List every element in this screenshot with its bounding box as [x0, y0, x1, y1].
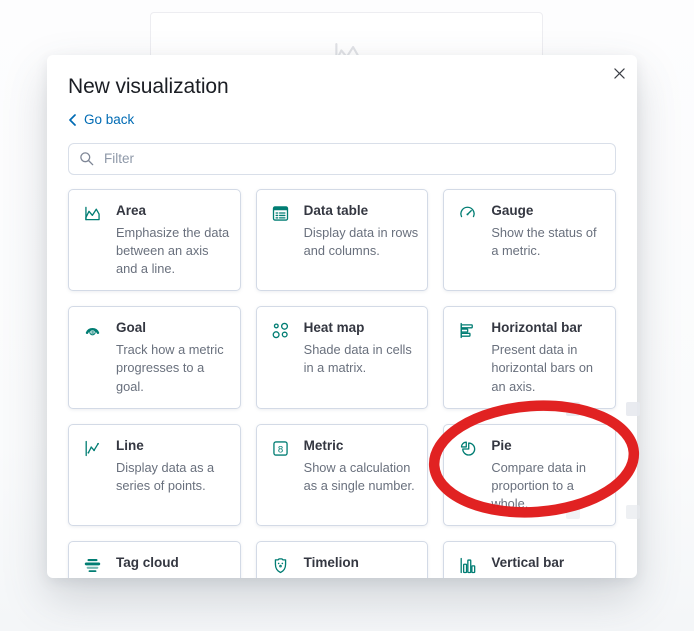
line-icon [82, 438, 103, 459]
filter-search-box [68, 142, 616, 175]
vis-type-title: Data table [303, 202, 369, 218]
vis-type-description: Display word frequency with font size. [116, 576, 232, 578]
vertical-bar-icon [457, 555, 478, 576]
vis-type-title: Heat map [303, 320, 365, 336]
annotation-handle [626, 505, 640, 519]
vis-type-title: Area [116, 202, 147, 218]
vis-type-description: Display data in rows and columns. [303, 224, 419, 258]
gauge-icon [457, 203, 478, 224]
vis-type-description: Present data in vertical bars on an axis… [491, 576, 607, 578]
vis-card-line[interactable]: Line Display data as a series of points. [68, 423, 241, 527]
annotation-handle [626, 402, 640, 416]
vis-card-heat-map[interactable]: Heat map Shade data in cells in a matrix… [255, 306, 429, 409]
vis-card-data-table[interactable]: Data table Display data in rows and colu… [255, 188, 429, 292]
close-icon [613, 67, 625, 79]
vis-type-title: Metric [303, 437, 344, 453]
vis-type-title: Goal [116, 320, 147, 336]
svg-text:8: 8 [277, 444, 282, 455]
vis-card-area[interactable]: Area Emphasize the data between an axis … [68, 188, 241, 292]
vis-type-title: Pie [491, 437, 512, 453]
heat-map-icon [270, 320, 291, 341]
modal-title: New visualization [68, 75, 229, 98]
vis-type-title: Line [116, 437, 144, 453]
vis-type-title: Tag cloud [116, 555, 179, 571]
area-icon [82, 203, 103, 224]
go-back-label: Go back [84, 112, 135, 127]
new-visualization-modal: New visualization Go back Area Emphasize… [47, 55, 637, 578]
svg-text:8: 8 [91, 330, 94, 336]
vis-type-description: Emphasize the data between an axis and a… [116, 224, 230, 276]
vis-type-description: Track how a metric progresses to a goal. [116, 342, 224, 394]
go-back-link[interactable]: Go back [68, 112, 134, 127]
pie-icon [457, 438, 478, 459]
vis-type-description: Display data as a series of points. [116, 459, 215, 493]
vis-card-gauge[interactable]: Gauge Show the status of a metric. [443, 188, 616, 292]
vis-card-horizontal-bar[interactable]: Horizontal bar Present data in horizonta… [443, 306, 616, 409]
search-icon [80, 152, 94, 166]
vis-type-title: Vertical bar [491, 555, 565, 571]
close-button[interactable] [609, 63, 629, 83]
vis-type-description: Show time series data on a graph. [304, 576, 420, 578]
vis-card-metric[interactable]: 8 Metric Show a calculation as a single … [255, 423, 429, 527]
horizontal-bar-icon [457, 320, 478, 341]
filter-input[interactable] [102, 150, 605, 167]
vis-type-description: Show a calculation as a single number. [303, 459, 415, 493]
vis-type-title: Horizontal bar [491, 320, 583, 336]
vis-type-description: Compare data in proportion to a whole. [491, 459, 586, 512]
goal-icon: 8 [82, 320, 103, 341]
chevron-left-icon [69, 113, 76, 126]
vis-type-description: Show the status of a metric. [491, 224, 597, 258]
vis-card-vertical-bar[interactable]: Vertical bar Present data in vertical ba… [443, 541, 616, 578]
vis-card-pie[interactable]: Pie Compare data in proportion to a whol… [443, 423, 616, 527]
annotation-handle [566, 505, 580, 519]
vis-card-tag-cloud[interactable]: Tag cloud Display word frequency with fo… [68, 541, 241, 578]
vis-card-timelion[interactable]: Timelion Show time series data on a grap… [255, 541, 429, 578]
metric-icon: 8 [270, 438, 291, 459]
timelion-icon [270, 555, 291, 576]
annotation-handle [566, 402, 580, 416]
vis-card-goal[interactable]: 8 Goal Track how a metric progresses to … [68, 306, 241, 409]
vis-type-title: Gauge [491, 202, 534, 218]
data-table-icon [270, 203, 291, 224]
vis-type-title: Timelion [303, 555, 359, 571]
vis-type-description: Present data in horizontal bars on an ax… [491, 342, 594, 394]
visualization-type-grid: Area Emphasize the data between an axis … [68, 188, 616, 578]
tag-cloud-icon [82, 555, 103, 576]
vis-type-description: Shade data in cells in a matrix. [303, 342, 412, 376]
